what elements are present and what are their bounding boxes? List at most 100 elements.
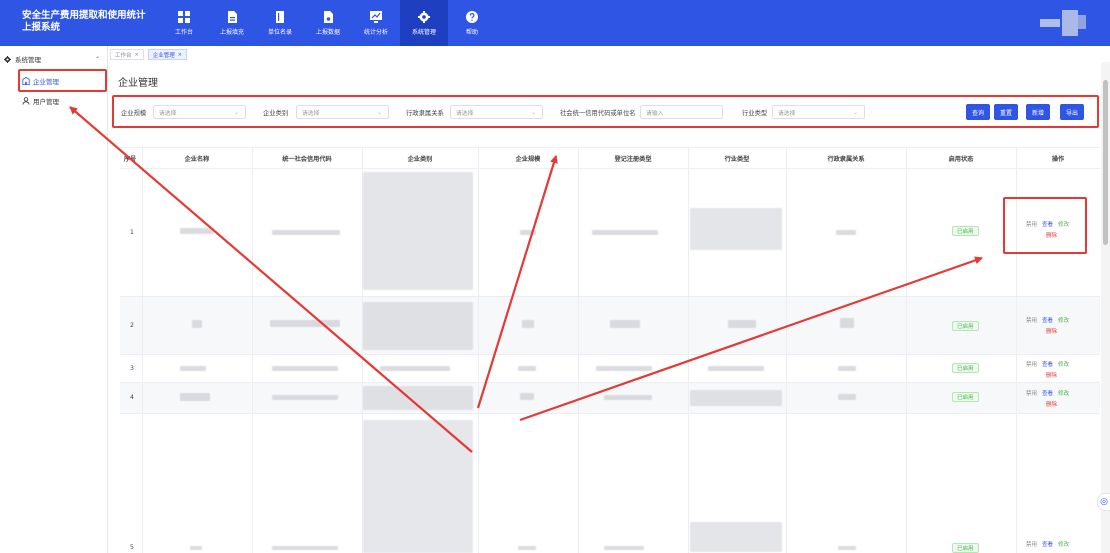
nav-item-help[interactable]: 帮助 (448, 0, 496, 46)
filter-select-scale[interactable]: 请选择 ⌄ (153, 105, 246, 119)
status-badge: 已启用 (952, 543, 979, 553)
delete-link[interactable]: 删除 (1026, 327, 1069, 335)
disable-link[interactable]: 禁用 (1026, 318, 1037, 324)
edit-link[interactable]: 修改 (1058, 542, 1069, 548)
close-icon[interactable]: × (178, 52, 182, 58)
close-icon[interactable]: × (135, 52, 139, 58)
sidebar-item-user[interactable]: 用户管理 (22, 93, 102, 109)
assistant-float-icon[interactable]: ◎ (1097, 493, 1110, 511)
row-index: 5 (130, 544, 134, 551)
export-button[interactable]: 导出 (1060, 104, 1084, 120)
tab-workbench[interactable]: 工作台 × (110, 49, 144, 60)
user-avatar[interactable] (1040, 10, 1086, 36)
nav-item-dashboard[interactable]: 工作台 (160, 0, 208, 46)
sidebar-group-system[interactable]: 系统管理 ⌃ (4, 53, 104, 65)
chevron-up-icon: ⌃ (94, 55, 100, 63)
reset-button[interactable]: 重置 (994, 104, 1018, 120)
app-title: 安全生产费用提取和使用统计上报系统 (22, 10, 146, 33)
top-bar: 安全生产费用提取和使用统计上报系统 工作台 上报填充 单位名录 上报数据 统计分… (0, 0, 1110, 46)
row-actions: 禁用 查看 修改 删除 (1026, 360, 1069, 379)
row-index: 3 (130, 365, 134, 372)
column-header: 行政隶属关系 (827, 155, 865, 163)
column-header: 登记注册类型 (614, 155, 652, 163)
select-placeholder: 请选择 (456, 110, 474, 117)
delete-link[interactable]: 删除 (1026, 371, 1069, 379)
edit-link[interactable]: 修改 (1058, 391, 1069, 397)
nav-label: 工作台 (174, 28, 193, 36)
row-index: 4 (130, 394, 134, 401)
annotation-arrows (69, 106, 983, 453)
column-header: 行业类型 (724, 155, 750, 163)
chevron-down-icon: ⌄ (530, 109, 536, 116)
help-icon (466, 10, 478, 23)
nav-label: 统计分析 (363, 28, 388, 36)
tab-enterprise[interactable]: 企业管理 × (147, 49, 187, 60)
filter-label-admin: 行政隶属关系 (406, 110, 444, 117)
nav-item-report-fill[interactable]: 上报填充 (208, 0, 256, 46)
report-data-icon (324, 10, 333, 23)
directory-icon (276, 10, 284, 23)
add-button[interactable]: 新增 (1026, 104, 1050, 120)
column-header: 企业名称 (184, 155, 210, 163)
column-header: 企业规模 (515, 155, 541, 163)
chevron-down-icon: ⌄ (233, 109, 239, 116)
view-link[interactable]: 查看 (1042, 362, 1053, 368)
nav-label: 系统管理 (411, 28, 436, 36)
status-badge: 已启用 (952, 392, 979, 402)
sidebar-group-label: 系统管理 (15, 56, 41, 64)
column-header: 序号 (123, 155, 137, 163)
view-link[interactable]: 查看 (1042, 318, 1053, 324)
main-nav: 工作台 上报填充 单位名录 上报数据 统计分析 系统管理 帮助 (160, 0, 496, 46)
filter-select-category[interactable]: 请选择 ⌄ (296, 105, 389, 119)
select-placeholder: 请选择 (778, 110, 796, 117)
view-link[interactable]: 查看 (1042, 391, 1053, 397)
scrollbar-thumb[interactable] (1103, 80, 1108, 245)
row-actions: 禁用 查看 修改 删除 (1026, 316, 1069, 335)
gear-icon (4, 55, 11, 63)
column-header: 启用状态 (948, 155, 974, 163)
status-badge: 已启用 (952, 321, 979, 331)
nav-label: 上报数据 (315, 28, 340, 36)
nav-label: 上报填充 (219, 28, 244, 36)
select-placeholder: 请选择 (302, 110, 320, 117)
report-fill-icon (228, 10, 237, 23)
input-placeholder: 请输入 (646, 110, 664, 117)
column-header: 企业类别 (407, 155, 433, 163)
filter-label-category: 企业类别 (263, 110, 289, 117)
disable-link[interactable]: 禁用 (1026, 391, 1037, 397)
filter-select-industry[interactable]: 请选择 ⌄ (772, 105, 865, 119)
sidebar: 系统管理 ⌃ 企业管理 用户管理 (0, 46, 108, 553)
row-actions: 禁用 查看 修改 (1026, 540, 1069, 548)
nav-item-statistics[interactable]: 统计分析 (352, 0, 400, 46)
nav-item-directory[interactable]: 单位名录 (256, 0, 304, 46)
tab-label: 企业管理 (152, 52, 175, 59)
dashboard-icon (178, 10, 190, 23)
select-placeholder: 请选择 (159, 110, 177, 117)
breadcrumb: 工作台 × 企业管理 × (110, 49, 187, 61)
row-actions: 禁用 查看 修改 删除 (1026, 389, 1069, 408)
filter-label-scale: 企业规模 (121, 110, 147, 117)
column-header: 操作 (1051, 155, 1065, 163)
chart-icon (370, 10, 382, 23)
row-index: 1 (130, 229, 134, 236)
filter-input-code[interactable]: 请输入 (640, 105, 723, 119)
sidebar-item-label: 用户管理 (33, 98, 59, 106)
query-button[interactable]: 查询 (966, 104, 990, 120)
nav-item-report-data[interactable]: 上报数据 (304, 0, 352, 46)
edit-link[interactable]: 修改 (1058, 318, 1069, 324)
edit-link[interactable]: 修改 (1058, 362, 1069, 368)
nav-item-system[interactable]: 系统管理 (400, 0, 448, 46)
filter-select-admin[interactable]: 请选择 ⌄ (450, 105, 543, 119)
delete-link[interactable]: 删除 (1026, 400, 1069, 408)
status-badge: 已启用 (952, 226, 979, 236)
highlight-box-actions (1003, 197, 1087, 254)
disable-link[interactable]: 禁用 (1026, 362, 1037, 368)
table-header: 序号 企业名称 统一社会信用代码 企业类别 企业规模 登记注册类型 行业类型 行… (120, 147, 1100, 169)
page-title: 企业管理 (118, 78, 158, 89)
view-link[interactable]: 查看 (1042, 542, 1053, 548)
gear-icon (418, 10, 430, 23)
disable-link[interactable]: 禁用 (1026, 542, 1037, 548)
nav-label: 单位名录 (267, 28, 292, 36)
row-index: 2 (130, 322, 134, 329)
user-icon (22, 97, 30, 105)
